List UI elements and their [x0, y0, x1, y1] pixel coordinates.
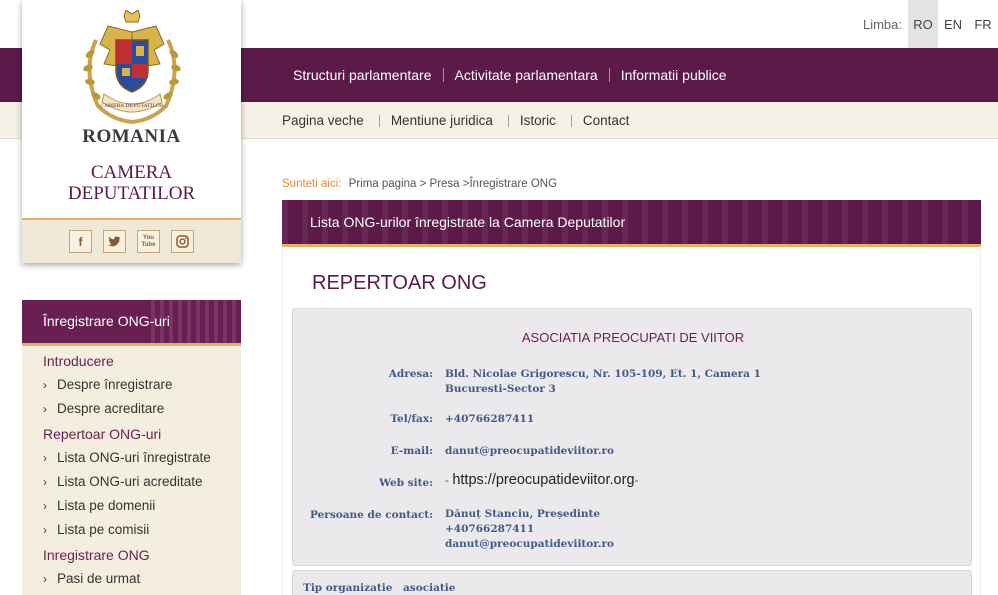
contact-value: Dănuț Stanciu, Președinte +40766287411 d…: [445, 507, 614, 552]
language-switcher: Limba: RO EN FR: [863, 0, 998, 48]
sidebar-section-inregistrare[interactable]: Inregistrare ONG: [43, 547, 150, 563]
website-label: Web site:: [379, 477, 433, 489]
logo-institution-line1: CAMERA: [90, 162, 173, 183]
menu-mentiune-juridica[interactable]: Mentiune juridica: [380, 113, 508, 128]
language-label: Limba:: [862, 16, 902, 32]
email-value[interactable]: danut@preocupatideviitor.ro: [445, 444, 614, 459]
chevron-right-icon: ›: [43, 475, 47, 489]
phone-label: Tel/fax:: [390, 413, 433, 425]
sidebar-item-label: Despre acreditare: [57, 401, 165, 416]
contact-email[interactable]: danut@preocupatideviitor.ro: [445, 537, 614, 552]
sidebar-item-label: Lista pe domenii: [57, 498, 156, 513]
sidebar-section-introducere[interactable]: Introducere: [43, 353, 114, 369]
instagram-icon[interactable]: [171, 230, 194, 253]
language-ro[interactable]: RO: [908, 0, 938, 48]
logo-institution-line2: DEPUTATILOR: [67, 183, 196, 204]
sidebar-menu: Introducere › Despre înregistrare › Despre…: [22, 346, 241, 595]
menu-contact[interactable]: Contact: [572, 113, 645, 128]
address-value: Bld. Nicolae Grigorescu, Nr. 105-109, Et…: [445, 367, 761, 397]
sidebar-item-despre-acreditare[interactable]: › Despre acreditare: [43, 401, 164, 416]
org-type-value: asociatie: [403, 582, 456, 594]
content-panel: REPERTOAR ONG ASOCIATIA PREOCUPATI DE VI…: [282, 247, 981, 595]
coat-of-arms-logo: CAMERA DEPUTATILOR: [83, 10, 181, 124]
address-line1: Bld. Nicolae Grigorescu, Nr. 105-109, Et…: [445, 368, 761, 380]
crest-ribbon-text: CAMERA DEPUTATILOR: [100, 103, 163, 109]
language-en[interactable]: EN: [938, 0, 968, 48]
chevron-right-icon: ›: [43, 499, 47, 513]
menu-activitate-parlamentara[interactable]: Activitate parlamentara: [444, 67, 609, 83]
sidebar-header: Înregistrare ONG-uri: [22, 300, 241, 346]
chevron-right-icon: ›: [43, 451, 47, 465]
org-type-label: Tip organizatie: [303, 582, 393, 594]
main-menu: Structuri parlamentare Activitate parlam…: [282, 48, 738, 102]
website-link[interactable]: https://preocupatideviitor.org: [452, 472, 634, 488]
breadcrumb-lead: Sunteti aici:: [282, 178, 342, 190]
ong-name: ASOCIATIA PREOCUPATI DE VIITOR: [521, 330, 745, 345]
sidebar-item-lista-acreditate[interactable]: › Lista ONG-uri acreditate: [43, 474, 203, 489]
sidebar-item-pasi-de-urmat[interactable]: › Pasi de urmat: [43, 571, 140, 586]
logo-country-text: ROMANIA: [82, 126, 181, 147]
contact-label: Persoane de contact:: [310, 509, 433, 521]
email-label: E-mail:: [390, 445, 433, 457]
content-header: Lista ONG-urilor înregistrate la Camera …: [282, 200, 981, 247]
content-header-title: Lista ONG-urilor înregistrate la Camera …: [310, 214, 626, 230]
sidebar-section-repertoar[interactable]: Repertoar ONG-uri: [43, 426, 161, 442]
menu-informatii-publice[interactable]: Informatii publice: [610, 67, 738, 83]
language-fr[interactable]: FR: [968, 0, 998, 48]
contact-phone: +40766287411: [445, 523, 535, 535]
website-value: - https://preocupatideviitor.org-: [445, 472, 639, 488]
logo-card[interactable]: CAMERA DEPUTATILOR ROMANIA CAMERA DEPUTA…: [22, 0, 241, 263]
sidebar-item-lista-domenii[interactable]: › Lista pe domenii: [43, 498, 155, 513]
logo-institution-text: CAMERA DEPUTATILOR: [22, 162, 241, 204]
sidebar-item-label: Pasi de urmat: [57, 571, 141, 586]
sidebar-item-label: Despre înregistrare: [57, 377, 173, 392]
twitter-icon[interactable]: [103, 230, 126, 253]
youtube-icon[interactable]: You Tube: [137, 230, 160, 253]
page: Limba: RO EN FR Structuri parlamentare A…: [0, 0, 998, 595]
social-links: f You Tube: [22, 218, 241, 263]
menu-pagina-veche[interactable]: Pagina veche: [271, 113, 379, 128]
chevron-right-icon: ›: [43, 378, 47, 392]
sidebar-header-title: Înregistrare ONG-uri: [43, 313, 170, 329]
sidebar-item-lista-comisii[interactable]: › Lista pe comisii: [43, 522, 149, 537]
chevron-right-icon: ›: [43, 402, 47, 416]
address-label: Adresa:: [388, 368, 433, 380]
menu-structuri-parlamentare[interactable]: Structuri parlamentare: [282, 67, 443, 83]
sidebar-item-label: Lista pe comisii: [57, 522, 150, 537]
sidebar-item-lista-inregistrate[interactable]: › Lista ONG-uri înregistrate: [43, 450, 211, 465]
website-suffix: -: [634, 473, 639, 487]
org-type-card: Tip organizatie asociatie: [292, 570, 972, 595]
facebook-icon[interactable]: f: [69, 230, 92, 253]
breadcrumb: Sunteti aici: Prima pagina > Presa >Înre…: [282, 178, 557, 190]
secondary-menu: Pagina veche Mentiune juridica Istoric C…: [271, 102, 644, 139]
page-title: REPERTOAR ONG: [312, 272, 487, 294]
chevron-right-icon: ›: [43, 523, 47, 537]
chevron-right-icon: ›: [43, 572, 47, 586]
phone-value: +40766287411: [445, 413, 535, 425]
sidebar-item-despre-inregistrare[interactable]: › Despre înregistrare: [43, 377, 173, 392]
contact-name: Dănuț Stanciu, Președinte: [445, 508, 601, 520]
sidebar-item-label: Lista ONG-uri acreditate: [57, 474, 203, 489]
breadcrumb-path[interactable]: Prima pagina > Presa >Înregistrare ONG: [349, 178, 557, 190]
menu-istoric[interactable]: Istoric: [509, 113, 571, 128]
address-line2: Bucuresti-Sector 3: [445, 383, 556, 395]
sidebar-item-label: Lista ONG-uri înregistrate: [57, 450, 211, 465]
ong-details-card: ASOCIATIA PREOCUPATI DE VIITOR Adresa: B…: [292, 308, 972, 566]
